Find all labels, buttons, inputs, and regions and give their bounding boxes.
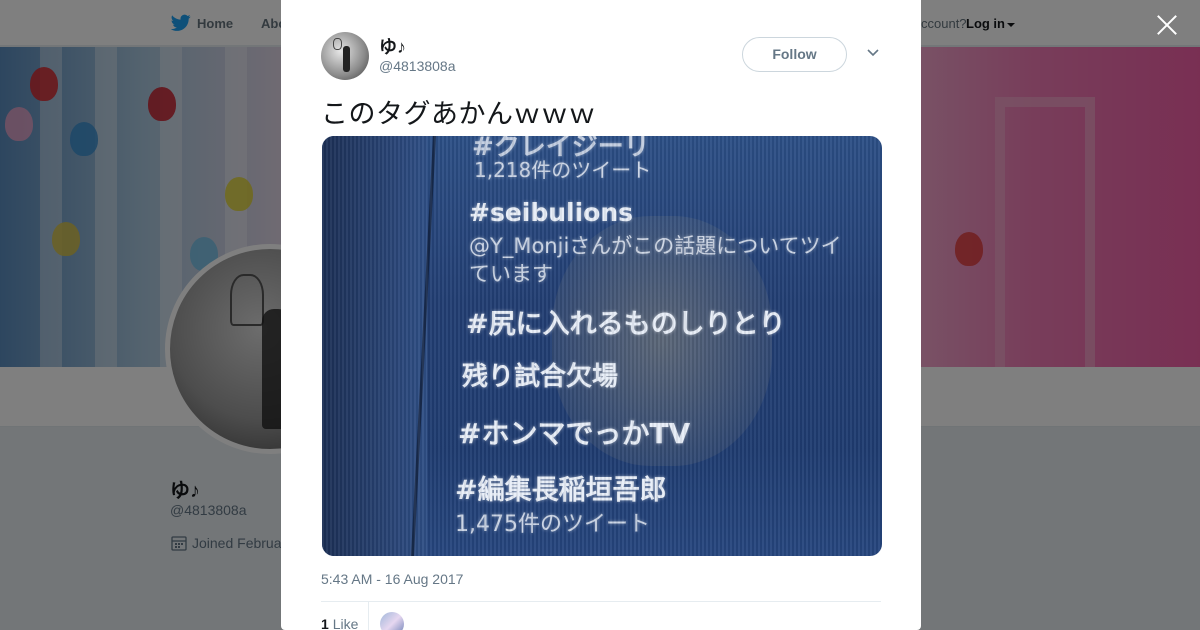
liker-avatar[interactable]	[380, 612, 404, 630]
photo-text-line: 残り試合欠場	[462, 362, 619, 392]
tweet-text: このタグあかんｗｗｗ	[321, 99, 596, 130]
like-count[interactable]: 1 Like	[321, 616, 358, 630]
tweet-author-avatar[interactable]	[321, 32, 369, 80]
photo-text-line: #ホンマでっかTV	[458, 417, 691, 450]
avatar-figure	[343, 46, 350, 72]
photo-text-line: #編集長稲垣吾郎	[455, 475, 667, 506]
tweet-author-name[interactable]: ゆ♪	[379, 33, 406, 59]
like-count-number: 1	[321, 616, 329, 630]
photo-text-line: 1,218件のツイート	[474, 158, 652, 182]
like-count-label: Like	[332, 616, 359, 630]
tweet-photo[interactable]: #クレイジーリ 1,218件のツイート #seibulions @Y_Monji…	[322, 136, 882, 556]
avatar-lamp	[333, 38, 342, 50]
tweet-author-handle[interactable]: @4813808a	[379, 58, 456, 74]
tweet-timestamp[interactable]: 5:43 AM - 16 Aug 2017	[321, 571, 463, 587]
tweet-modal: ゆ♪ @4813808a Follow このタグあかんｗｗｗ #クレイジーリ 1…	[281, 0, 921, 630]
photo-screen-edge	[322, 136, 427, 556]
close-icon[interactable]	[1154, 12, 1180, 38]
photo-text-line: @Y_Monjiさんがこの話題についてツイ	[469, 234, 842, 258]
photo-text-line: ています	[469, 262, 553, 286]
follow-button[interactable]: Follow	[742, 37, 847, 72]
tweet-divider	[321, 601, 881, 602]
photo-text-line: #seibulions	[469, 198, 634, 227]
stats-separator	[368, 602, 369, 630]
chevron-down-icon[interactable]	[866, 48, 880, 58]
photo-text-line: #尻に入れるものしりとり	[466, 309, 786, 340]
photo-text-line: 1,475件のツイート	[455, 512, 650, 537]
